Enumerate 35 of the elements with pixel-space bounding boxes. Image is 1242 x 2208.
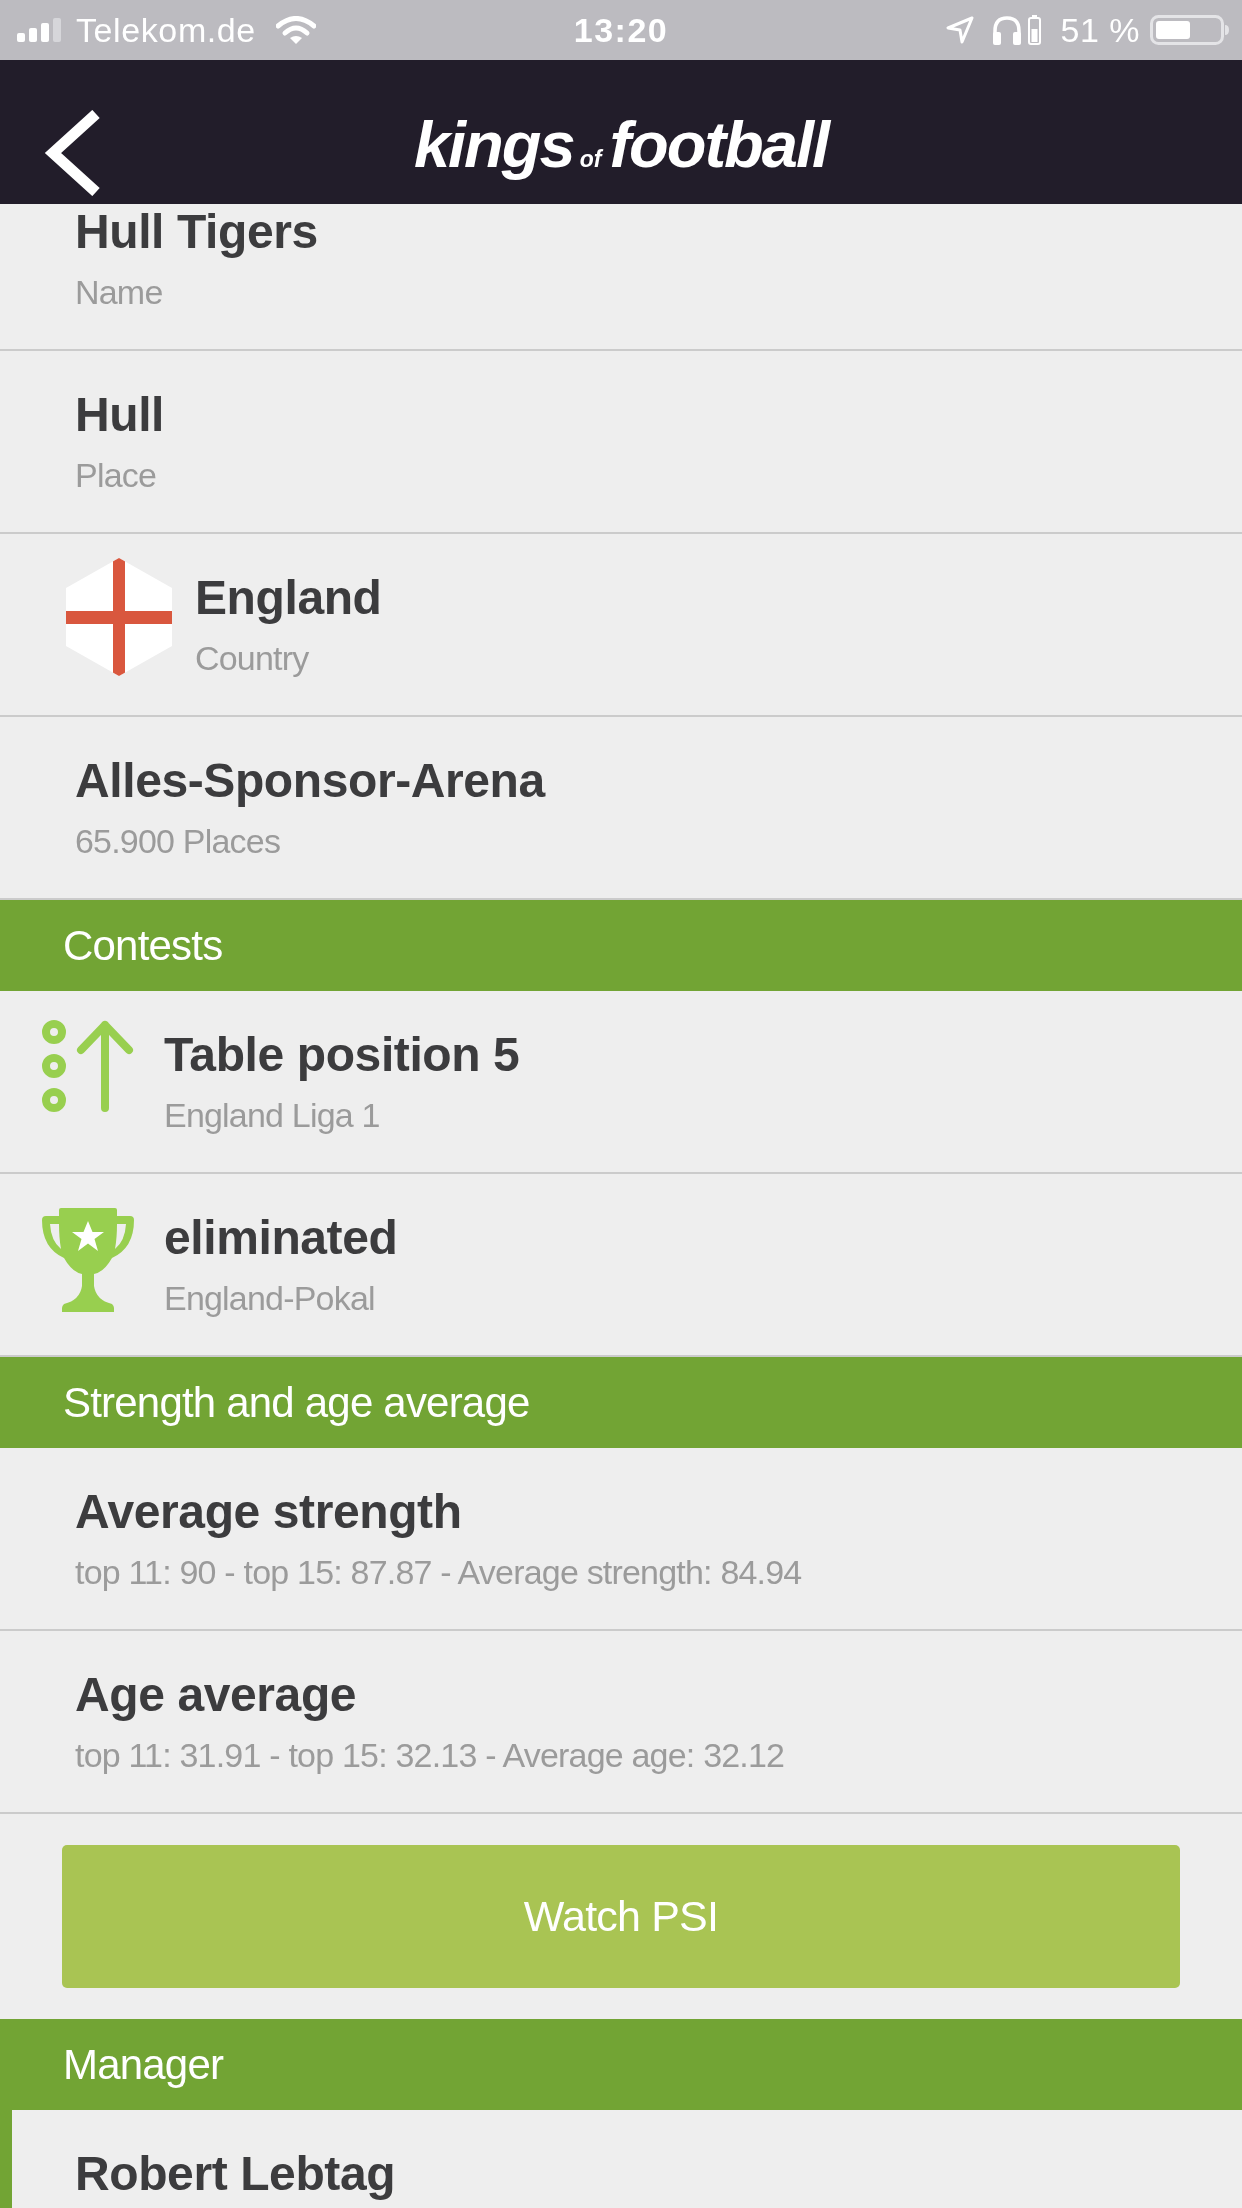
row-title: Average strength: [75, 1484, 462, 1540]
section-header: Contests: [0, 900, 1242, 991]
back-icon: [42, 110, 102, 196]
row-title: eliminated: [164, 1210, 398, 1266]
carrier-name: Telekom.de: [76, 10, 256, 50]
row-title: England: [195, 570, 382, 626]
wifi-icon: [275, 15, 316, 45]
battery-icon: [1150, 15, 1230, 45]
row-subtitle: Country: [195, 638, 309, 679]
table-position-icon: [42, 1020, 134, 1112]
battery-percentage: 51 %: [1060, 10, 1140, 50]
row-subtitle: Name: [75, 272, 163, 313]
section-header: Manager: [0, 2019, 1242, 2110]
row-subtitle: 65.900 Places: [75, 821, 281, 862]
row-subtitle: Place: [75, 455, 157, 496]
back-button[interactable]: [42, 110, 102, 196]
row-title: Age average: [75, 1667, 357, 1723]
row-subtitle: top 11: 90 - top 15: 87.87 - Average strength: 84.94: [75, 1552, 802, 1593]
app-logo: kings of football: [413, 109, 829, 183]
row-title: Hull: [75, 387, 165, 443]
watch-psi-button[interactable]: Watch PSI: [62, 1845, 1180, 1988]
headphones-icon: [990, 15, 1023, 45]
status-time: 13:20: [573, 10, 669, 50]
row-title: Table position 5: [164, 1027, 520, 1083]
row-title: Hull Tigers: [75, 204, 318, 260]
row-title: Alles-Sponsor-Arena: [75, 753, 545, 809]
signal-icon: [17, 18, 61, 42]
battery-icon: [1027, 15, 1041, 45]
row-subtitle: England Liga 1: [164, 1095, 380, 1136]
trophy-icon: [42, 1208, 134, 1312]
row-title: Robert Lebtag: [75, 2146, 396, 2202]
location-arrow-icon: [945, 16, 974, 44]
row-subtitle: England-Pokal: [164, 1278, 375, 1319]
row-subtitle: top 11: 31.91 - top 15: 32.13 - Average age: 32.12: [75, 1735, 785, 1776]
section-header: Strength and age average: [0, 1357, 1242, 1448]
